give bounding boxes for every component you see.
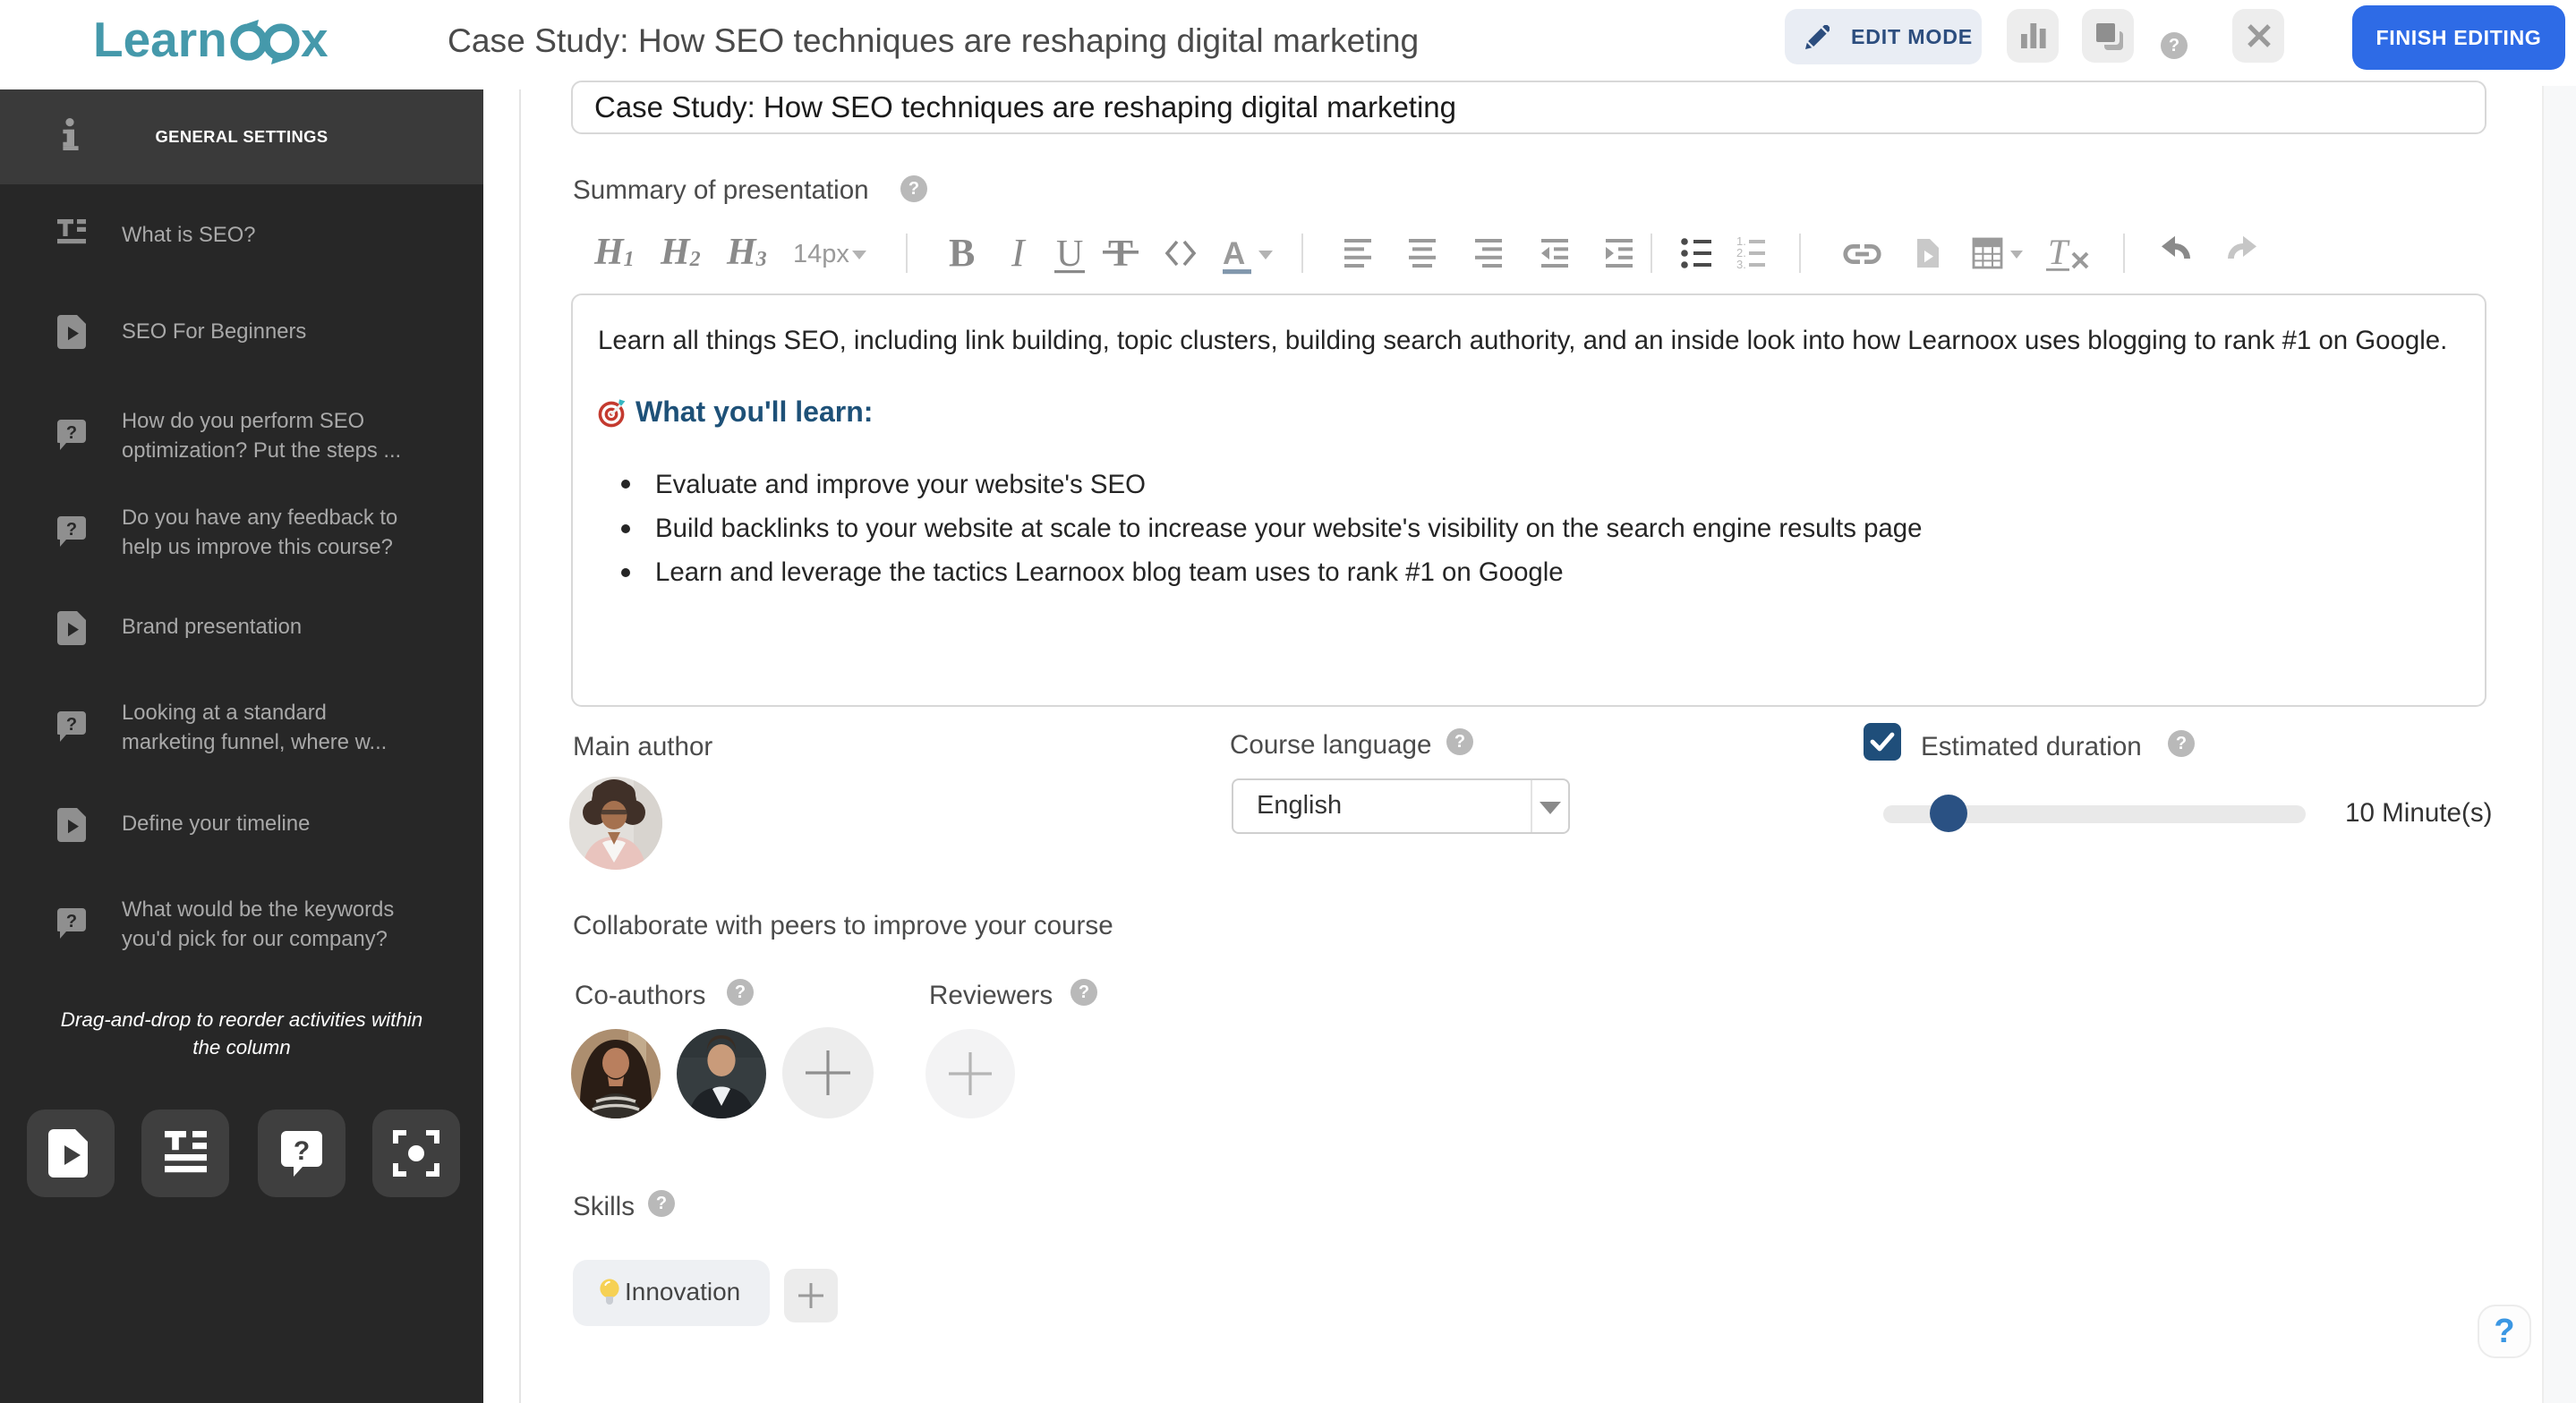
svg-text:H3: H3 (726, 232, 767, 273)
svg-text:I: I (1011, 231, 1027, 275)
svg-text:B: B (949, 231, 975, 275)
svg-text:H1: H1 (593, 232, 635, 273)
svg-text:T: T (2048, 232, 2070, 272)
svg-text:?: ? (66, 715, 77, 735)
svg-text:T: T (1108, 234, 1133, 275)
svg-text:Learn: Learn (93, 12, 227, 67)
svg-text:H2: H2 (660, 232, 701, 273)
svg-text:A: A (1223, 236, 1245, 271)
svg-text:3.: 3. (1736, 258, 1746, 271)
svg-text:14px: 14px (793, 240, 849, 268)
svg-text:?: ? (66, 912, 77, 931)
svg-text:U: U (1056, 234, 1083, 275)
svg-text:?: ? (294, 1136, 310, 1166)
svg-text:?: ? (66, 423, 77, 443)
svg-text:?: ? (66, 520, 77, 540)
svg-text:x: x (301, 12, 328, 67)
